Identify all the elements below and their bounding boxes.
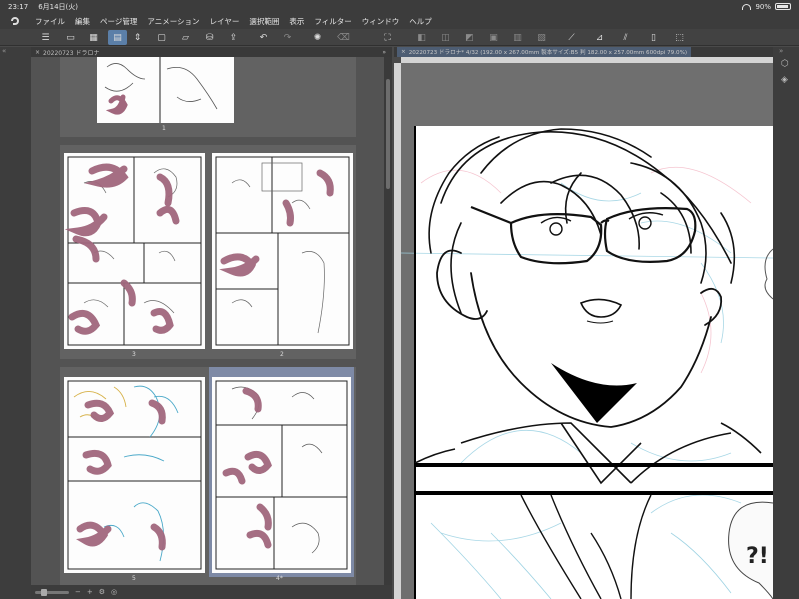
status-time: 23:17	[8, 2, 29, 11]
fill-icon[interactable]: ◧	[412, 30, 431, 45]
right-collapsed-dock: » ⬡ ◈	[773, 47, 799, 599]
chevron-updown-icon[interactable]: ⇕	[128, 30, 147, 45]
zoom-out-icon[interactable]: −	[75, 588, 81, 596]
page-thumbnail[interactable]	[97, 57, 234, 123]
menu-edit[interactable]: 編集	[70, 16, 95, 27]
thumbnail-size-slider[interactable]	[35, 588, 69, 596]
export-icon[interactable]: ⬚	[670, 30, 689, 45]
page-manager-title: 20220723 ドラロナ	[43, 49, 100, 57]
page-manager-tab[interactable]: × 20220723 ドラロナ »	[31, 47, 392, 57]
page-number: 5	[132, 575, 136, 582]
page-number-selected: 4*	[276, 575, 283, 582]
command-bar: ☰ ▭ ▦ ▤ ⇕ ▢ ▱ ⛁ ⇪ ↶ ↷ ✺ ⌫ ⛶ ◧ ◫ ◩ ▣ ▥ ▧ …	[0, 29, 799, 46]
page-manager-area: 1 3 2 5 4*	[31, 57, 384, 585]
invert-selection-icon[interactable]: ◩	[460, 30, 479, 45]
layout-icon[interactable]: ▭	[61, 30, 80, 45]
page-thumbnail[interactable]	[64, 377, 205, 573]
symmetric-ruler-icon[interactable]: ⫽	[616, 30, 635, 45]
new-file-icon[interactable]: ▢	[152, 30, 171, 45]
page-number: 1	[162, 125, 166, 132]
page-management-icon[interactable]: ▤	[108, 30, 127, 45]
ruler-pen-icon[interactable]: ⟋	[562, 30, 581, 45]
expand-selection-icon[interactable]: ▣	[484, 30, 503, 45]
frames-icon[interactable]: ▦	[84, 30, 103, 45]
menu-selection[interactable]: 選択範囲	[244, 16, 284, 27]
page-number: 3	[132, 351, 136, 358]
spread-page-1[interactable]: 1	[60, 57, 356, 137]
drawing-canvas[interactable]: ?!	[401, 63, 773, 599]
page-options-icon[interactable]: ◎	[111, 588, 117, 596]
page-manager-footer: − + ⚙ ◎	[31, 585, 392, 599]
menu-animation[interactable]: アニメーション	[142, 16, 204, 27]
perspective-ruler-icon[interactable]: ⊿	[590, 30, 609, 45]
battery-percent: 90%	[755, 2, 771, 11]
menu-window[interactable]: ウィンドウ	[357, 16, 405, 27]
page-thumbnail[interactable]	[212, 153, 353, 349]
clear-icon[interactable]: ⌫	[334, 30, 353, 45]
canvas-tab-title: 20220723 ドラロナ* 4/32 (192.00 x 267.00mm 製…	[408, 50, 688, 56]
menu-file[interactable]: ファイル	[30, 16, 70, 27]
copy-icon[interactable]: ▥	[508, 30, 527, 45]
zoom-in-icon[interactable]: +	[87, 588, 93, 596]
battery-icon	[775, 3, 791, 10]
save-icon[interactable]: ⛁	[200, 30, 219, 45]
spread-pages-5-4[interactable]: 5 4*	[60, 367, 356, 585]
hamburger-menu-icon[interactable]: ☰	[36, 30, 55, 45]
vertical-ruler	[394, 63, 401, 599]
close-icon[interactable]: ×	[401, 49, 406, 55]
app-window: 23:17 6月14日(火) 90% ファイル 編集 ページ管理 アニメーション…	[0, 0, 799, 599]
status-bar: 23:17 6月14日(火) 90%	[0, 0, 799, 13]
menu-view[interactable]: 表示	[284, 16, 309, 27]
close-icon[interactable]: ×	[35, 49, 40, 56]
spread-pages-3-2[interactable]: 3 2	[60, 145, 356, 359]
phone-icon[interactable]: ▯	[644, 30, 663, 45]
chevron-double-left-icon[interactable]: «	[2, 47, 6, 55]
menu-bar: ファイル 編集 ページ管理 アニメーション レイヤー 選択範囲 表示 フィルター…	[0, 13, 799, 29]
paste-icon[interactable]: ▧	[532, 30, 551, 45]
wifi-icon	[742, 3, 752, 10]
scrollbar-thumb[interactable]	[386, 79, 390, 189]
chevron-double-right-icon[interactable]: »	[382, 49, 386, 56]
menu-layer[interactable]: レイヤー	[205, 16, 245, 27]
tool-property-icon[interactable]: ⬡	[781, 59, 792, 70]
chevron-double-right-icon[interactable]: »	[779, 47, 783, 55]
page-number: 2	[280, 351, 284, 358]
canvas-tab[interactable]: × 20220723 ドラロナ* 4/32 (192.00 x 267.00mm…	[394, 47, 773, 57]
undo-icon[interactable]: ↶	[254, 30, 273, 45]
page-thumbnail[interactable]	[64, 153, 205, 349]
page-manager-scrollbar[interactable]	[384, 57, 392, 585]
manga-page-artwork[interactable]: ?!	[401, 63, 773, 599]
settings-icon[interactable]: ⚙	[99, 588, 105, 596]
redo-icon[interactable]: ↷	[278, 30, 297, 45]
layers-icon[interactable]: ◈	[781, 75, 792, 86]
open-folder-icon[interactable]: ▱	[176, 30, 195, 45]
menu-page-management[interactable]: ページ管理	[95, 16, 142, 27]
sfx-text: ?!	[746, 544, 769, 569]
clip-studio-logo-icon[interactable]	[6, 14, 24, 28]
share-icon[interactable]: ⇪	[224, 30, 243, 45]
page-thumbnail-selected[interactable]	[209, 367, 354, 577]
menu-filter[interactable]: フィルター	[309, 16, 356, 27]
deselect-icon[interactable]: ◫	[436, 30, 455, 45]
transform-icon[interactable]: ⛶	[378, 30, 397, 45]
menu-help[interactable]: ヘルプ	[404, 16, 437, 27]
status-date: 6月14日(火)	[38, 2, 79, 11]
loading-icon[interactable]: ✺	[308, 30, 327, 45]
left-collapsed-dock: «	[0, 47, 31, 599]
